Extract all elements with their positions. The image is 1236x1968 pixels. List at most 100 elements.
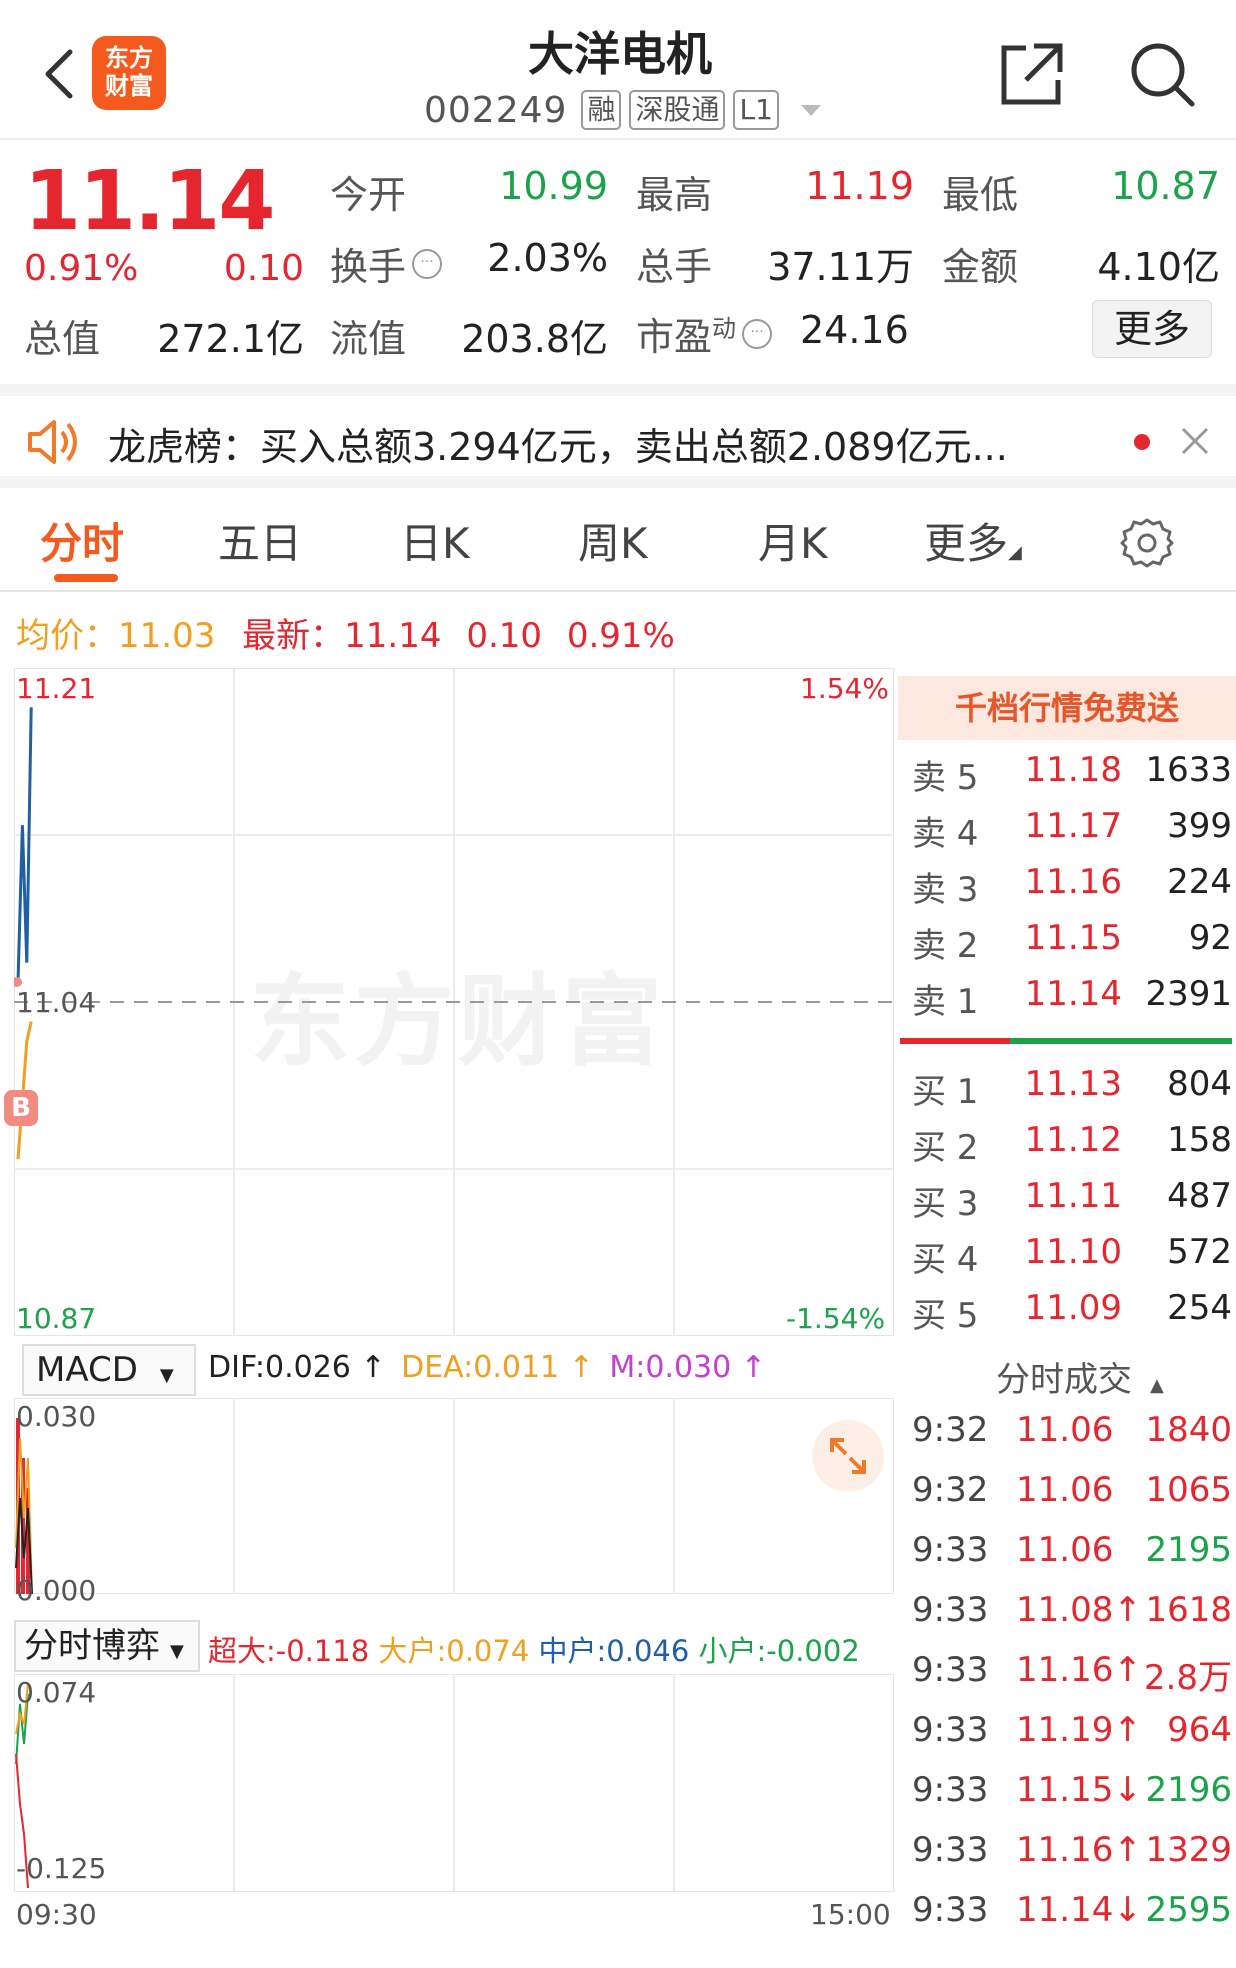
chevron-down-icon[interactable] bbox=[800, 104, 821, 116]
amount-label: 金额 bbox=[942, 245, 1019, 289]
sell-volume: 2391 bbox=[1145, 974, 1232, 1014]
gear-icon[interactable] bbox=[1120, 516, 1174, 570]
tick-row: 9:33 11.06 2195 bbox=[912, 1530, 1232, 1586]
tab-intraday[interactable]: 分时 bbox=[40, 510, 124, 571]
price-line bbox=[16, 707, 33, 983]
tick-volume: 2195 bbox=[1145, 1530, 1232, 1570]
logo-text-bottom: 财富 bbox=[105, 71, 153, 100]
stock-code: 002249 bbox=[424, 89, 568, 131]
tick-volume: 1329 bbox=[1145, 1830, 1232, 1870]
tick-row: 9:33 11.15↓ 2196 bbox=[912, 1770, 1232, 1826]
buy-price: 11.13 bbox=[1024, 1064, 1122, 1104]
buy-label: 买 5 bbox=[912, 1296, 979, 1336]
sell-volume: 1633 bbox=[1145, 750, 1232, 790]
change-amount: 0.10 bbox=[223, 248, 304, 289]
close-icon[interactable] bbox=[1180, 426, 1210, 456]
pct-axis-top: 1.54% bbox=[800, 672, 889, 705]
intraday-chart[interactable] bbox=[14, 668, 894, 1336]
latest-value: 11.14 bbox=[344, 616, 442, 656]
tick-row: 9:32 11.06 1840 bbox=[912, 1410, 1232, 1466]
buy-label: 买 4 bbox=[912, 1240, 979, 1280]
bout-chart[interactable] bbox=[14, 1674, 894, 1892]
chevron-down-icon: ▼ bbox=[170, 1641, 184, 1662]
tab-daily-k[interactable]: 日K bbox=[400, 510, 470, 571]
tick-price: 11.16↑ bbox=[1016, 1830, 1142, 1870]
sell-row-3: 卖 3 11.16 224 bbox=[912, 862, 1232, 912]
pe-sup: 动 bbox=[712, 314, 737, 343]
macd-y-top: 0.030 bbox=[16, 1400, 97, 1433]
tick-time: 9:33 bbox=[912, 1770, 989, 1810]
up-arrow-icon: ↑ bbox=[350, 1350, 396, 1385]
buy-label: 买 2 bbox=[912, 1128, 979, 1168]
bout-y-bottom: -0.125 bbox=[16, 1852, 107, 1885]
low-label: 最低 bbox=[942, 173, 1019, 217]
buy-row-2: 买 2 11.12 158 bbox=[912, 1120, 1232, 1170]
sell-row-5: 卖 5 11.18 1633 bbox=[912, 750, 1232, 800]
sell-price: 11.15 bbox=[1024, 918, 1122, 958]
buy-label: 买 1 bbox=[912, 1072, 979, 1112]
pe-value: 24.16 bbox=[800, 308, 909, 352]
tick-time: 9:33 bbox=[912, 1710, 989, 1750]
ticks-header[interactable]: 分时成交 ▲ bbox=[996, 1352, 1164, 1401]
expand-button[interactable] bbox=[812, 1420, 884, 1492]
bout-big: 大户:0.074 bbox=[378, 1634, 530, 1668]
bout-super: 超大:-0.118 bbox=[208, 1634, 370, 1668]
tick-price: 11.15↓ bbox=[1016, 1770, 1142, 1810]
top-bar: 东方 财富 大洋电机 002249 融 深股通 L1 bbox=[0, 0, 1236, 140]
y-axis-mid: 11.04 bbox=[16, 986, 97, 1019]
tab-weekly-k[interactable]: 周K bbox=[578, 510, 648, 571]
macd-selector[interactable]: MACD ▼ bbox=[22, 1344, 196, 1396]
tick-volume: 1840 bbox=[1145, 1410, 1232, 1450]
stock-code-row[interactable]: 002249 融 深股通 L1 bbox=[424, 88, 821, 132]
high-value: 11.19 bbox=[805, 164, 914, 208]
back-arrow-icon[interactable] bbox=[40, 48, 76, 100]
tab-more[interactable]: 更多◢ bbox=[924, 510, 1022, 571]
tick-price: 11.06 bbox=[1016, 1410, 1114, 1450]
price-summary: 均价：11.03 最新：11.14 0.10 0.91% bbox=[16, 608, 675, 657]
info-icon[interactable]: ··· bbox=[412, 249, 443, 280]
time-end: 15:00 bbox=[810, 1898, 891, 1931]
promo-banner[interactable]: 千档行情免费送 bbox=[898, 676, 1236, 740]
volume-value: 37.11万 bbox=[767, 245, 914, 289]
sell-row-1: 卖 1 11.14 2391 bbox=[912, 974, 1232, 1024]
buy-price: 11.12 bbox=[1024, 1120, 1122, 1160]
avg-value: 11.03 bbox=[118, 616, 216, 656]
macd-dif: DIF:0.026 bbox=[208, 1350, 351, 1385]
tick-time: 9:33 bbox=[912, 1590, 989, 1630]
bout-small: 小户:-0.002 bbox=[698, 1634, 860, 1668]
more-quote-button[interactable]: 更多 bbox=[1092, 300, 1212, 358]
macd-m: M:0.030 bbox=[609, 1350, 732, 1385]
notice-bar[interactable]: 龙虎榜：买入总额3.294亿元，卖出总额2.089亿元... bbox=[0, 384, 1236, 488]
tick-row: 9:33 11.19↑ 964 bbox=[912, 1710, 1232, 1766]
chevron-down-icon: ▼ bbox=[159, 1365, 174, 1386]
search-icon[interactable] bbox=[1126, 38, 1198, 110]
up-arrow-icon: ↑ bbox=[731, 1350, 766, 1385]
macd-chart[interactable] bbox=[14, 1398, 894, 1594]
buy-price: 11.10 bbox=[1024, 1232, 1122, 1272]
caret-up-icon: ▲ bbox=[1150, 1375, 1164, 1396]
sell-row-4: 卖 4 11.17 399 bbox=[912, 806, 1232, 856]
sell-volume: 92 bbox=[1188, 918, 1232, 958]
ticks-title: 分时成交 bbox=[996, 1360, 1132, 1400]
tab-monthly-k[interactable]: 月K bbox=[758, 510, 828, 571]
tick-row: 9:32 11.06 1065 bbox=[912, 1470, 1232, 1526]
bid-ask-ratio-bar bbox=[900, 1038, 1232, 1044]
turnover-label-text: 换手 bbox=[330, 245, 407, 289]
time-start: 09:30 bbox=[16, 1898, 97, 1931]
buy-volume: 254 bbox=[1167, 1288, 1232, 1328]
unread-dot bbox=[1134, 434, 1150, 450]
bout-selector[interactable]: 分时博弈 ▼ bbox=[14, 1620, 200, 1672]
tab-five-day[interactable]: 五日 bbox=[218, 510, 302, 571]
tick-price: 11.06 bbox=[1016, 1470, 1114, 1510]
total-mv-value: 272.1亿 bbox=[157, 317, 304, 361]
share-icon[interactable] bbox=[996, 38, 1068, 110]
buy-volume: 572 bbox=[1167, 1232, 1232, 1272]
sell-label: 卖 4 bbox=[912, 814, 979, 854]
buy-marker[interactable]: B bbox=[4, 1090, 38, 1126]
open-value: 10.99 bbox=[499, 164, 608, 208]
macd-selector-label: MACD bbox=[36, 1350, 138, 1390]
tick-price: 11.19↑ bbox=[1016, 1710, 1142, 1750]
bout-y-top: 0.074 bbox=[16, 1676, 97, 1709]
info-icon[interactable]: ··· bbox=[742, 319, 773, 350]
tick-time: 9:33 bbox=[912, 1650, 989, 1690]
